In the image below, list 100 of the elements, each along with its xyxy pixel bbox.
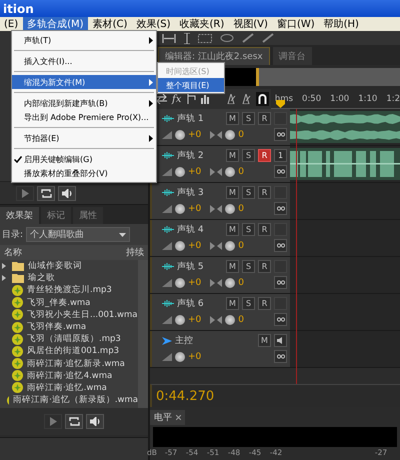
link-button[interactable] bbox=[274, 313, 287, 326]
solo-button[interactable] bbox=[274, 334, 287, 347]
pan-knob[interactable] bbox=[225, 278, 236, 288]
solo-button[interactable]: S bbox=[242, 186, 255, 199]
file-item[interactable]: 雨碎江南·追忆.wma bbox=[0, 382, 138, 394]
file-item[interactable]: 雨碎江南·追忆（新录版）.wma bbox=[0, 394, 138, 406]
file-item[interactable]: 风居住的街道001.mp3 bbox=[0, 345, 138, 358]
solo-button[interactable]: S bbox=[242, 223, 255, 236]
send-icon[interactable] bbox=[186, 94, 196, 104]
panel-tab[interactable]: 标记 bbox=[41, 207, 71, 224]
record-button[interactable]: R bbox=[258, 223, 271, 236]
file-item[interactable]: 瑜之歌 bbox=[0, 272, 138, 284]
mute-button[interactable]: M bbox=[258, 334, 271, 347]
solo-button[interactable]: S bbox=[242, 260, 255, 273]
menu-item[interactable]: 多轨合成(M) bbox=[23, 17, 88, 31]
link-button[interactable] bbox=[274, 350, 287, 363]
menu-item[interactable]: 帮助(H) bbox=[320, 17, 363, 31]
volume-knob[interactable] bbox=[175, 166, 185, 176]
mute-button[interactable]: M bbox=[226, 223, 239, 236]
menu-item[interactable]: 缩混为新文件(M) bbox=[12, 75, 156, 89]
menu-item[interactable]: 内部缩混到新建声轨(B) bbox=[12, 96, 156, 110]
menu-item[interactable]: 视图(V) bbox=[229, 17, 272, 31]
pan-value[interactable]: 0 bbox=[238, 240, 244, 250]
menu-item[interactable]: 效果(S) bbox=[132, 17, 175, 31]
volume-knob[interactable] bbox=[175, 130, 185, 140]
menu-item[interactable]: 启用关键帧编辑(G) bbox=[12, 152, 156, 166]
menu-item[interactable]: 播放素材的重叠部分(V) bbox=[12, 166, 156, 180]
mute-button[interactable]: M bbox=[226, 149, 239, 162]
pan-knob[interactable] bbox=[225, 130, 236, 140]
pan-knob[interactable] bbox=[225, 240, 236, 250]
volume-knob[interactable] bbox=[175, 278, 185, 288]
volume-knob[interactable] bbox=[175, 352, 185, 362]
menu-item[interactable]: 导出到 Adobe Premiere Pro(X)... bbox=[12, 110, 156, 124]
brush-icon[interactable] bbox=[242, 33, 254, 43]
solo-button[interactable]: S bbox=[242, 112, 255, 125]
lasso-icon[interactable] bbox=[220, 34, 234, 42]
speaker-button[interactable] bbox=[86, 414, 104, 429]
metronome-icon[interactable] bbox=[240, 94, 251, 104]
record-button[interactable]: R bbox=[258, 186, 271, 199]
panel-tab[interactable]: 电平 bbox=[150, 410, 185, 425]
link-button[interactable] bbox=[274, 128, 287, 141]
volume-knob[interactable] bbox=[175, 314, 185, 324]
menu-item[interactable]: 插入文件(I)... bbox=[12, 54, 156, 68]
column-header[interactable]: 名称 bbox=[4, 246, 22, 259]
input-button[interactable]: 1 bbox=[274, 149, 287, 162]
link-button[interactable] bbox=[274, 276, 287, 289]
record-button[interactable]: R bbox=[258, 260, 271, 273]
record-button[interactable]: R bbox=[258, 112, 271, 125]
volume-value[interactable]: +0 bbox=[188, 278, 202, 288]
time-selection-icon[interactable] bbox=[162, 34, 176, 42]
solo-button[interactable]: S bbox=[242, 297, 255, 310]
link-button[interactable] bbox=[274, 239, 287, 252]
volume-value[interactable]: +0 bbox=[188, 204, 202, 214]
editor-tab[interactable]: 编辑器: 江山此夜2.sesx bbox=[158, 47, 270, 65]
menu-item[interactable]: (E) bbox=[0, 17, 22, 31]
volume-knob[interactable] bbox=[175, 204, 185, 214]
file-item[interactable]: 飞羽祝小夹生日...001.wma bbox=[0, 308, 138, 321]
volume-value[interactable]: +0 bbox=[188, 240, 202, 250]
link-button[interactable] bbox=[274, 202, 287, 215]
file-item[interactable]: 飞羽伴奏.wma bbox=[0, 320, 138, 334]
brush-icon[interactable] bbox=[262, 33, 274, 43]
marquee-icon[interactable] bbox=[198, 34, 212, 42]
solo-button[interactable]: S bbox=[242, 149, 255, 162]
pan-knob[interactable] bbox=[225, 204, 236, 214]
file-item[interactable]: 雨碎江南·追忆4.wma bbox=[0, 370, 138, 382]
mute-button[interactable]: M bbox=[226, 112, 239, 125]
file-item[interactable]: 飞羽（清唱原版）.mp3 bbox=[0, 333, 138, 346]
menu-item[interactable]: 收藏夹(R) bbox=[176, 17, 228, 31]
speaker-button[interactable] bbox=[58, 186, 76, 201]
loop-button[interactable] bbox=[65, 414, 83, 429]
file-item[interactable]: 青丝轻挽渡忘川.mp3 bbox=[0, 284, 138, 297]
text-cursor-icon[interactable] bbox=[184, 32, 190, 44]
close-icon[interactable] bbox=[176, 415, 181, 420]
pan-knob[interactable] bbox=[225, 314, 236, 324]
pan-value[interactable]: 0 bbox=[238, 166, 244, 176]
editor-tab[interactable]: 调音台 bbox=[272, 47, 312, 65]
record-button[interactable]: R bbox=[258, 149, 271, 162]
pan-value[interactable]: 0 bbox=[238, 314, 244, 324]
column-header[interactable]: 持续 bbox=[126, 246, 144, 259]
menu-item[interactable]: 窗口(W) bbox=[272, 17, 319, 31]
pan-value[interactable]: 0 bbox=[238, 130, 244, 140]
volume-value[interactable]: +0 bbox=[188, 352, 202, 362]
mute-button[interactable]: M bbox=[226, 297, 239, 310]
file-item[interactable]: 飞羽_伴奏.wma bbox=[0, 296, 138, 309]
snap-button[interactable] bbox=[256, 92, 269, 106]
volume-value[interactable]: +0 bbox=[188, 314, 202, 324]
volume-knob[interactable] bbox=[175, 240, 185, 250]
bars-icon[interactable] bbox=[201, 94, 212, 104]
file-item[interactable]: 仙域作妾歌词 bbox=[0, 260, 138, 272]
swap-icon[interactable] bbox=[156, 94, 167, 104]
menu-item[interactable]: 节拍器(E) bbox=[12, 131, 156, 145]
volume-value[interactable]: +0 bbox=[188, 166, 202, 176]
mute-button[interactable]: M bbox=[226, 260, 239, 273]
panel-tab[interactable]: 属性 bbox=[73, 207, 103, 224]
loop-button[interactable] bbox=[37, 186, 55, 201]
directory-dropdown[interactable]: 个人翻唱歌曲 bbox=[26, 227, 130, 242]
menu-item[interactable]: 声轨(T) bbox=[12, 33, 156, 47]
volume-value[interactable]: +0 bbox=[188, 130, 202, 140]
menu-item[interactable]: 整个项目(E) bbox=[158, 78, 224, 92]
mute-button[interactable]: M bbox=[226, 186, 239, 199]
